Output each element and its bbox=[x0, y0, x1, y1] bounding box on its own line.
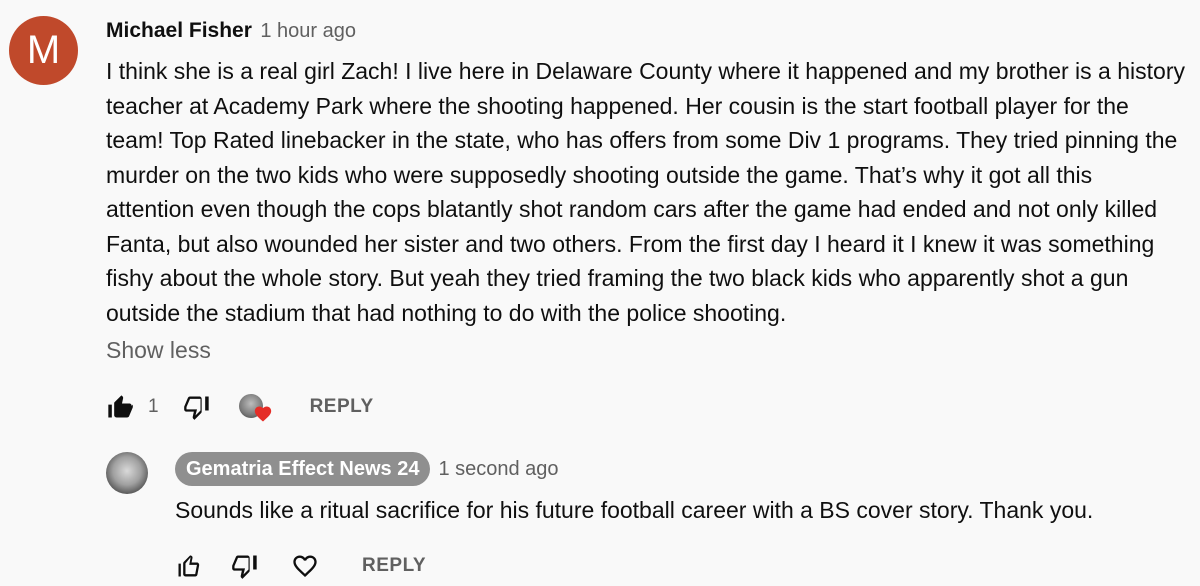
heart-icon bbox=[254, 406, 271, 422]
comment-header: Michael Fisher 1 hour ago bbox=[106, 19, 356, 43]
creator-heart-icon bbox=[238, 390, 273, 424]
heart-outline-icon[interactable] bbox=[291, 552, 319, 580]
avatar-letter: M bbox=[26, 28, 61, 72]
reply-author-chip[interactable]: Gematria Effect News 24 bbox=[175, 452, 431, 486]
comment-author[interactable]: Michael Fisher bbox=[106, 19, 252, 42]
comment-actions: 1 REPLY bbox=[106, 390, 374, 424]
reply-button[interactable]: REPLY bbox=[362, 555, 426, 577]
reply-button[interactable]: REPLY bbox=[310, 396, 374, 418]
avatar[interactable] bbox=[106, 452, 148, 494]
reply-actions: REPLY bbox=[175, 549, 426, 583]
thumb-down-icon[interactable] bbox=[231, 552, 259, 580]
thumb-up-filled-icon[interactable] bbox=[106, 393, 134, 421]
thumb-up-icon[interactable] bbox=[175, 552, 203, 580]
show-less-button[interactable]: Show less bbox=[106, 337, 211, 364]
reply-timestamp[interactable]: 1 second ago bbox=[438, 458, 558, 481]
comment-text: I think she is a real girl Zach! I live … bbox=[106, 58, 1185, 326]
comment-timestamp[interactable]: 1 hour ago bbox=[260, 20, 356, 42]
reply-text: Sounds like a ritual sacrifice for his f… bbox=[175, 497, 1094, 523]
reply-header: Gematria Effect News 24 1 second ago bbox=[175, 452, 559, 486]
avatar[interactable]: M bbox=[9, 16, 78, 85]
like-count: 1 bbox=[148, 396, 159, 417]
thumb-down-icon[interactable] bbox=[183, 393, 211, 421]
